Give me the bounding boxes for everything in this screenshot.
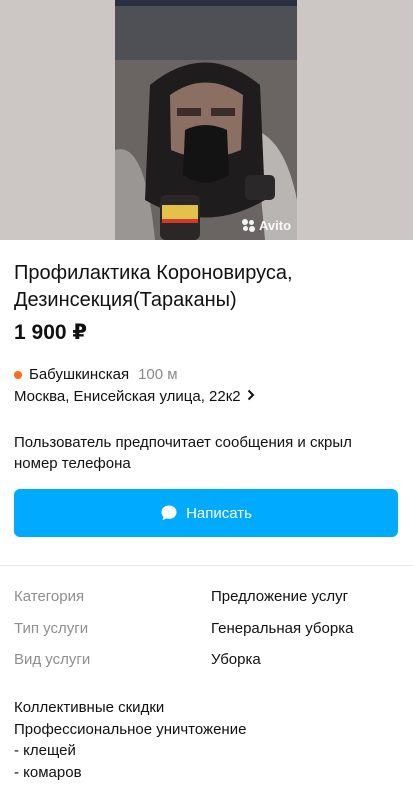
listing-description: Коллективные скидки Профессиональное уни…: [14, 697, 399, 783]
params-list: Категория Предложение услуг Тип услуги Г…: [14, 588, 404, 683]
avito-watermark: Avito: [242, 218, 291, 233]
write-button-label: Написать: [186, 504, 252, 522]
metro-name: Бабушкинская: [29, 366, 130, 383]
gas-mask-photo: [115, 0, 297, 240]
metro-station: Бабушкинская 100 м: [14, 366, 178, 383]
watermark-text: Avito: [259, 218, 292, 233]
avito-logo-icon: [242, 218, 256, 233]
description-line: Коллективные скидки: [14, 699, 165, 716]
metro-distance: 100 м: [138, 366, 178, 383]
param-row-category: Категория Предложение услуг: [14, 588, 404, 620]
listing-photo[interactable]: Avito: [0, 0, 413, 240]
param-value: Уборка: [211, 651, 261, 668]
address-text: Москва, Енисейская улица, 22к2: [14, 388, 241, 405]
description-line: - клещей: [14, 742, 76, 759]
listing-price: 1 900 ₽: [14, 321, 87, 344]
section-divider: [0, 565, 413, 566]
param-row-service-kind: Вид услуги Уборка: [14, 651, 404, 683]
param-label: Тип услуги: [14, 619, 89, 637]
description-line: - комаров: [14, 763, 82, 781]
metro-line-icon: [14, 370, 22, 379]
contact-notice: Пользователь предпочитает сообщения и ск…: [14, 434, 352, 472]
photo-image: [115, 0, 297, 240]
param-row-service-type: Тип услуги Генеральная уборка: [14, 620, 404, 652]
chat-bubble-icon: [160, 504, 178, 522]
param-value: Генеральная уборка: [211, 619, 354, 637]
param-value: Предложение услуг: [211, 588, 349, 605]
description-line: Профессиональное уничтожение: [14, 720, 247, 738]
param-label: Категория: [14, 588, 85, 605]
write-message-button[interactable]: Написать: [14, 489, 398, 537]
param-label: Вид услуги: [14, 651, 91, 668]
address-link[interactable]: Москва, Енисейская улица, 22к2: [14, 388, 255, 405]
chevron-right-icon: [247, 388, 255, 405]
listing-title: Профилактика Короновируса, Дезинсекция(Т…: [14, 262, 293, 311]
